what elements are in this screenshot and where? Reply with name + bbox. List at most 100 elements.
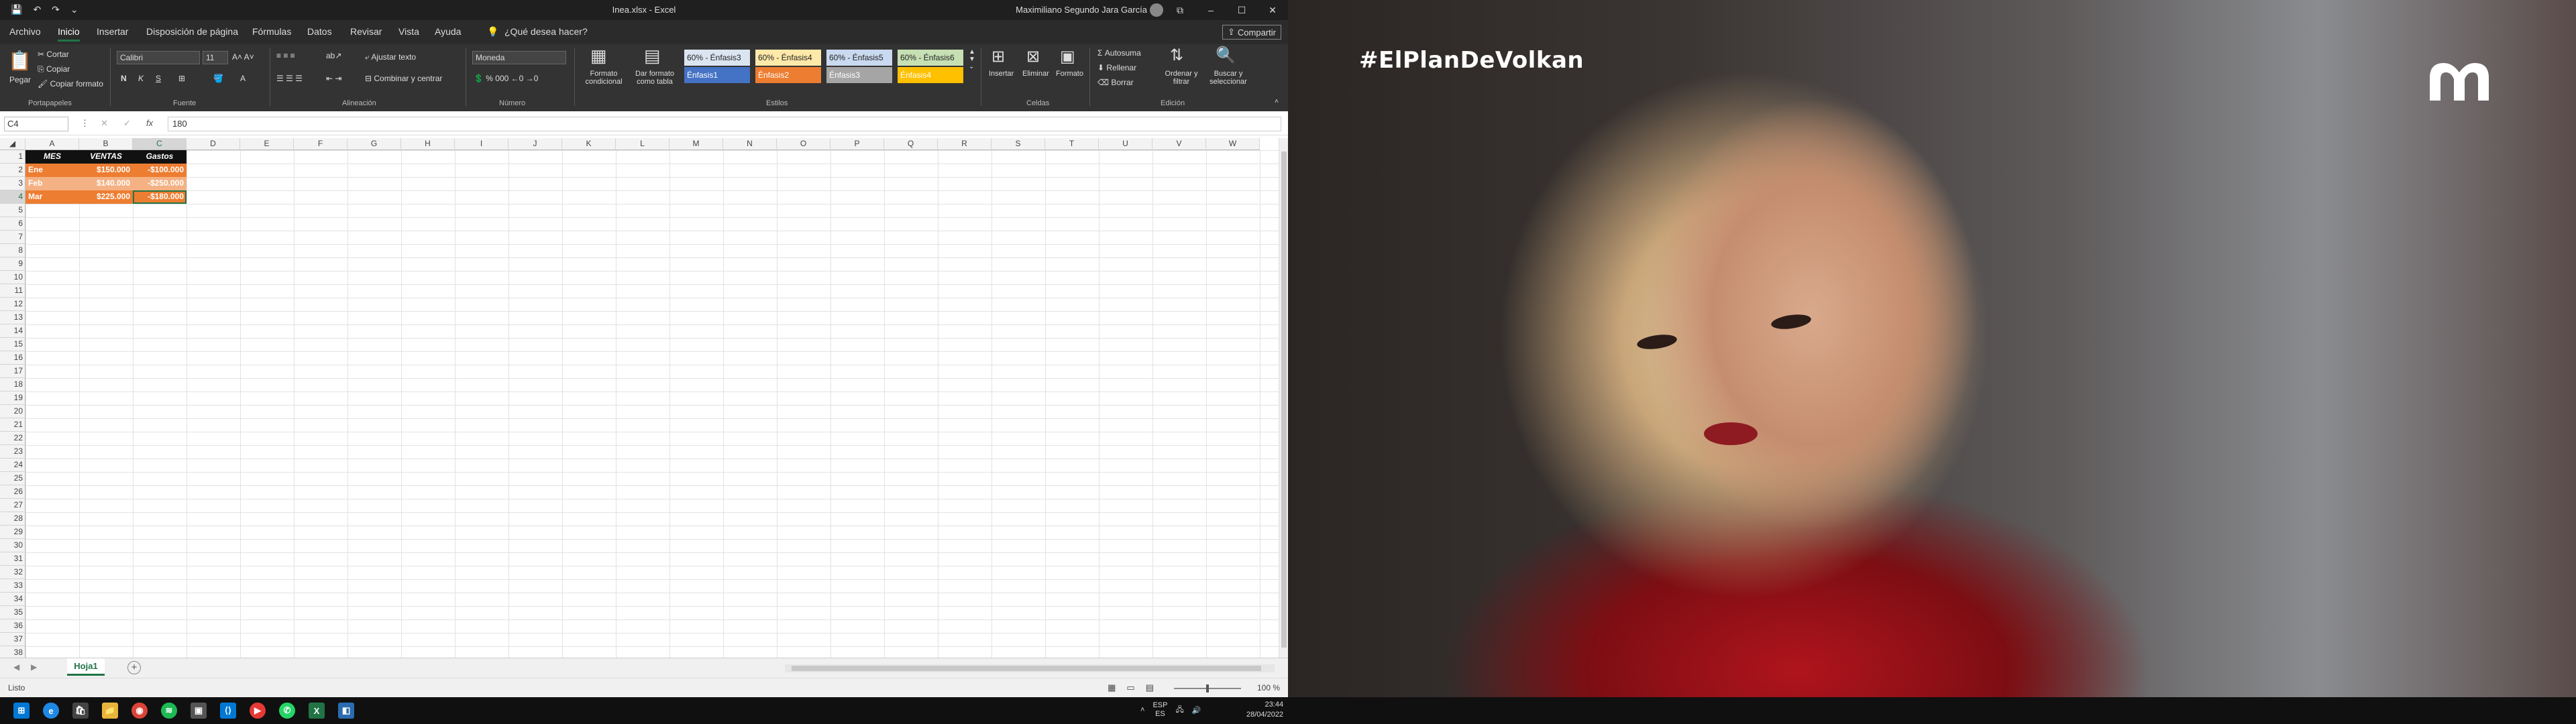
column-header[interactable]: V [1152,138,1206,150]
row-header[interactable]: 19 [0,391,25,405]
row-header[interactable]: 1 [0,150,25,164]
horizontal-scrollbar[interactable] [785,664,1275,672]
cancel-entry-icon[interactable]: ✕ [101,118,108,129]
format-as-table-icon[interactable]: ▤ [644,46,661,66]
table-cell[interactable]: Mar [25,190,79,204]
row-header[interactable]: 2 [0,164,25,177]
fill-button[interactable]: ⬇ Rellenar [1097,63,1136,72]
cell-style-option[interactable]: Énfasis2 [755,67,821,83]
add-sheet-button[interactable]: + [127,661,141,674]
row-header[interactable]: 28 [0,512,25,526]
column-header[interactable]: E [240,138,294,150]
number-format-buttons[interactable]: 💲 % 000 ←0 →0 [474,74,538,83]
language-indicator[interactable]: ESP ES [1152,701,1167,719]
column-header[interactable]: D [186,138,240,150]
ribbon-display-button[interactable]: ⧉ [1165,0,1195,20]
row-header[interactable]: 14 [0,324,25,338]
row-header[interactable]: 33 [0,579,25,593]
cell-style-option[interactable]: Énfasis4 [898,67,963,83]
name-box[interactable]: C4 [4,117,68,131]
page-break-icon[interactable]: ▤ [1146,682,1154,693]
formula-more-icon[interactable]: ⋮ [80,118,89,129]
page-layout-icon[interactable]: ▭ [1126,682,1134,693]
table-header-cell[interactable]: VENTAS [79,150,133,164]
table-cell[interactable]: $150.000 [79,164,133,177]
column-header[interactable]: I [455,138,508,150]
tell-me-search[interactable]: ¿Qué desea hacer? [504,26,588,37]
cell-style-option[interactable]: Énfasis1 [684,67,750,83]
format-painter-button[interactable]: 🖌 Copiar formato [38,79,103,88]
network-icon[interactable]: 🖧 [1175,704,1183,717]
column-header[interactable]: S [991,138,1045,150]
sheet-nav-left-icon[interactable]: ◀ [13,662,19,672]
cell-style-option[interactable]: 60% - Énfasis5 [826,50,892,66]
column-header[interactable]: W [1206,138,1260,150]
row-header[interactable]: 11 [0,284,25,298]
spotify-icon[interactable]: ≋ [161,703,177,719]
column-header[interactable]: G [347,138,401,150]
column-header[interactable]: L [616,138,669,150]
column-header[interactable]: J [508,138,562,150]
edge-icon[interactable]: e [43,703,59,719]
merge-center-button[interactable]: ⊟ Combinar y centrar [365,74,442,83]
vscode-icon[interactable]: ⟨⟩ [220,703,236,719]
whatsapp-icon[interactable]: ✆ [279,703,295,719]
table-cell[interactable]: -$180.000 [133,190,186,204]
worksheet-grid[interactable]: ◢ ABCDEFGHIJKLMNOPQRSTUVW 1 2 3 4 5 6 7 8 9 10 11 1… [0,138,1279,658]
column-header[interactable]: O [777,138,830,150]
row-header[interactable]: 25 [0,472,25,485]
font-size-select[interactable]: 11 [203,51,228,64]
insert-cells-label[interactable]: Insertar [989,70,1014,78]
wrap-text-button[interactable]: ⤶ Ajustar texto [365,52,416,62]
maximize-button[interactable]: ☐ [1226,0,1257,20]
copy-button[interactable]: ⎘ Copiar [38,64,70,74]
format-as-table-label[interactable]: Dar formato como tabla [631,70,679,86]
cut-button[interactable]: ✂ Cortar [38,50,69,59]
column-header[interactable]: B [79,138,133,150]
conditional-format-icon[interactable]: ▦ [590,46,607,66]
vertical-scrollbar[interactable] [1279,138,1288,658]
row-header[interactable]: 16 [0,351,25,365]
insert-cells-icon[interactable]: ⊞ [991,47,1005,66]
table-cell[interactable]: $225.000 [79,190,133,204]
table-header-cell[interactable]: MES [25,150,79,164]
row-header[interactable]: 37 [0,633,25,646]
cell-style-option[interactable]: 60% - Énfasis6 [898,50,963,66]
row-header[interactable]: 23 [0,445,25,459]
row-header[interactable]: 20 [0,405,25,418]
scroll-thumb[interactable] [1281,152,1287,648]
find-select-label[interactable]: Buscar y seleccionar [1205,70,1252,86]
tab-vista[interactable]: Vista [398,26,419,37]
fill-color-icon[interactable]: 🪣 [213,74,223,83]
clear-button[interactable]: ⌫ Borrar [1097,78,1134,87]
row-header[interactable]: 5 [0,204,25,217]
app-icon[interactable]: ◧ [338,703,354,719]
row-header[interactable]: 12 [0,298,25,311]
user-name[interactable]: Maximiliano Segundo Jara García [1016,5,1147,15]
share-button[interactable]: ⇪ Compartir [1222,25,1281,40]
autosum-button[interactable]: Σ Autosuma [1097,48,1141,58]
row-header[interactable]: 15 [0,338,25,351]
tab-datos[interactable]: Datos [307,26,332,37]
column-header[interactable]: P [830,138,884,150]
row-header[interactable]: 17 [0,365,25,378]
scroll-thumb[interactable] [792,666,1261,671]
row-header[interactable]: 24 [0,459,25,472]
row-header[interactable]: 29 [0,526,25,539]
tab-archivo[interactable]: Archivo [9,26,41,37]
row-header[interactable]: 6 [0,217,25,231]
row-header[interactable]: 8 [0,244,25,257]
row-header[interactable]: 34 [0,593,25,606]
conditional-format-label[interactable]: Formato condicional [578,70,629,86]
column-header[interactable]: K [562,138,616,150]
borders-icon[interactable]: ⊞ [178,74,185,83]
orientation-icon[interactable]: ab↗ [326,51,341,60]
tab-insertar[interactable]: Insertar [97,26,128,37]
row-header[interactable]: 30 [0,539,25,552]
tab-revisar[interactable]: Revisar [350,26,382,37]
grow-font-icon[interactable]: A˄ A˅ [232,52,254,62]
sort-filter-label[interactable]: Ordenar y filtrar [1159,70,1203,86]
avatar[interactable] [1150,3,1163,17]
row-header[interactable]: 18 [0,378,25,391]
font-color-icon[interactable]: A [240,74,246,83]
